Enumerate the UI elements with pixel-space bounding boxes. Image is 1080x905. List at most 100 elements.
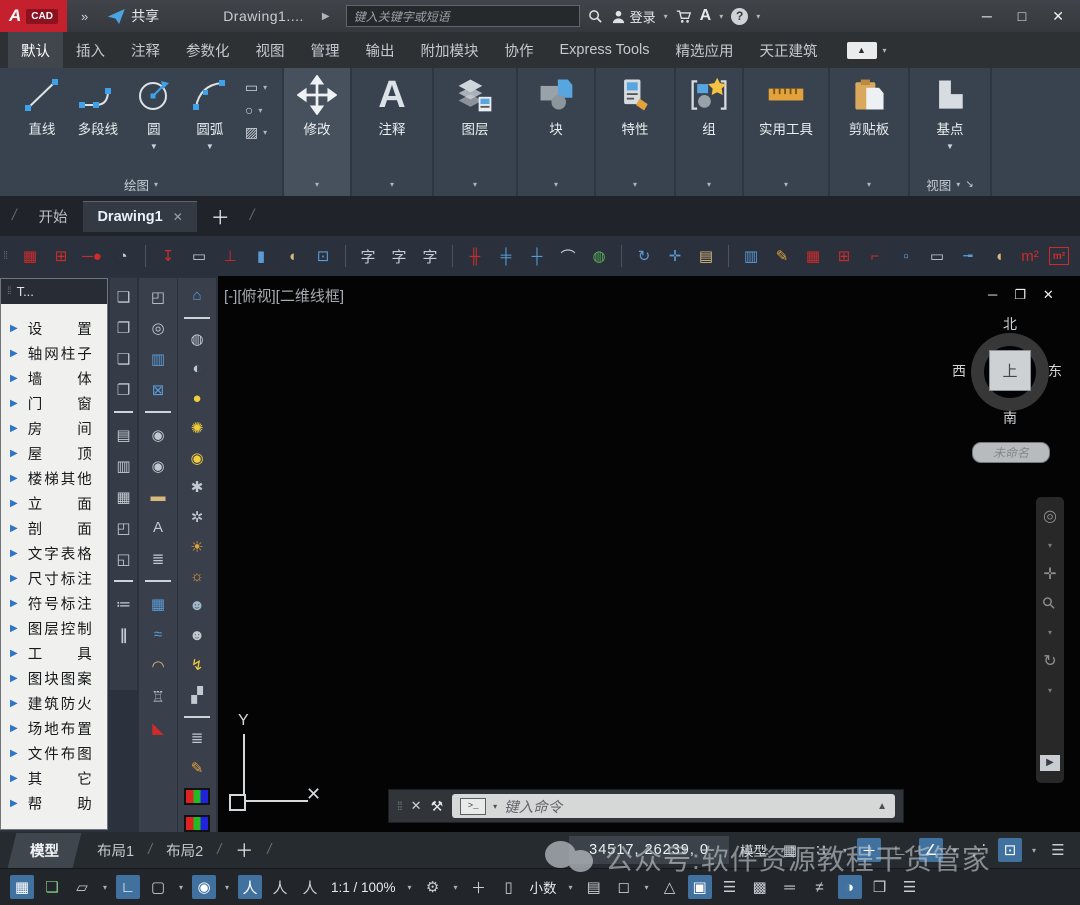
- menu-layer-control[interactable]: ▶ 图层控制: [1, 616, 107, 641]
- menu-help[interactable]: ▶ 帮助: [1, 791, 107, 816]
- units-ruler-icon[interactable]: ▯: [497, 875, 521, 899]
- separator[interactable]: [621, 245, 622, 267]
- separator[interactable]: [452, 245, 453, 267]
- command-close-icon[interactable]: ✕: [411, 798, 422, 814]
- axis-grid-icon[interactable]: ▦: [18, 243, 42, 269]
- properties-panel-caret-icon[interactable]: ▾: [633, 180, 637, 189]
- properties-panel[interactable]: 特性 ▾: [596, 68, 676, 196]
- hardware-accel-icon[interactable]: ▣: [687, 875, 712, 899]
- tower-icon[interactable]: ♖: [147, 686, 169, 707]
- modify-button[interactable]: 修改: [290, 75, 344, 138]
- pan-icon[interactable]: ✛: [1043, 567, 1056, 583]
- autodesk-caret-icon[interactable]: ▾: [719, 12, 723, 21]
- tab-insert[interactable]: 插入: [63, 32, 118, 68]
- annotate-panel[interactable]: A 注释 ▾: [352, 68, 434, 196]
- grid-pattern-icon[interactable]: ▦: [10, 875, 34, 899]
- sun-icon[interactable]: ☀: [186, 537, 208, 557]
- single-text-icon[interactable]: 字: [387, 243, 411, 269]
- viewcube-north-label[interactable]: 北: [1003, 314, 1017, 334]
- multi-text-icon[interactable]: 字: [418, 243, 442, 269]
- viewcube-west-label[interactable]: 西: [952, 361, 966, 381]
- block-button[interactable]: 块: [529, 75, 583, 138]
- fullscreen-icon[interactable]: ❒: [868, 875, 892, 899]
- command-expand-icon[interactable]: ▲: [877, 801, 887, 812]
- lightning-icon[interactable]: ↯: [186, 655, 208, 675]
- ortho-icon[interactable]: ∟: [888, 838, 912, 862]
- units-label[interactable]: 小数: [527, 875, 560, 899]
- line-button[interactable]: 直线: [15, 75, 69, 138]
- rectangle-button[interactable]: ▭ ▾: [245, 79, 267, 96]
- command-grip[interactable]: ⁞⁞: [397, 799, 403, 813]
- wire-text-icon[interactable]: A: [147, 517, 169, 538]
- start-tab[interactable]: 开始: [26, 206, 79, 227]
- line-to-wall-icon[interactable]: ╼: [956, 243, 980, 269]
- group-panel-caret-icon[interactable]: ▾: [707, 180, 711, 189]
- machine-icon[interactable]: ▞: [186, 685, 208, 705]
- arc-caret-icon[interactable]: ▼: [206, 142, 214, 151]
- selection-filter-icon[interactable]: ═: [778, 875, 802, 899]
- lines-icon[interactable]: ☰: [1046, 838, 1070, 862]
- column-table-icon[interactable]: ▥: [147, 348, 169, 369]
- osnap-tracking-icon[interactable]: ⋰: [967, 838, 991, 862]
- sign-in-button[interactable]: 登录: [611, 7, 656, 26]
- arc-window-icon[interactable]: ◖: [987, 243, 1011, 269]
- wall-2-icon[interactable]: ▭: [925, 243, 949, 269]
- quick-access-expand-icon[interactable]: »: [81, 9, 88, 24]
- grid-display-icon[interactable]: ▦: [778, 838, 802, 862]
- basepoint-button[interactable]: 基点 ▼: [923, 75, 977, 151]
- doc-preview-icon[interactable]: ◎: [147, 317, 169, 338]
- block-left-icon[interactable]: ◰: [113, 517, 135, 538]
- viewcube-east-label[interactable]: 东: [1048, 361, 1062, 381]
- tilt-lines-icon[interactable]: ≠: [808, 875, 832, 899]
- clipboard-panel-caret-icon[interactable]: ▾: [867, 180, 871, 189]
- tab-addins[interactable]: 附加模块: [408, 32, 492, 68]
- group-panel[interactable]: 组 ▾: [676, 68, 744, 196]
- standard-column-icon[interactable]: ⊞: [49, 243, 73, 269]
- bar-top-icon[interactable]: ▤: [113, 424, 135, 445]
- model-space-button[interactable]: 模型: [736, 840, 771, 860]
- window-icon[interactable]: ⊡: [311, 243, 335, 269]
- divider[interactable]: [114, 411, 133, 413]
- view-panel-footer[interactable]: 视图 ▾ ↘: [910, 173, 990, 196]
- arc-door-icon[interactable]: ◖: [280, 243, 304, 269]
- basepoint-caret-icon[interactable]: ▼: [946, 142, 954, 151]
- lineweight-icon[interactable]: ☰: [718, 875, 742, 899]
- tab-view[interactable]: 视图: [243, 32, 298, 68]
- view-panel[interactable]: 基点 ▼ 视图 ▾ ↘: [910, 68, 992, 196]
- tab-express-tools[interactable]: Express Tools: [547, 32, 663, 68]
- circle-caret-icon[interactable]: ▼: [150, 142, 158, 151]
- vehicle-icon[interactable]: ◣: [147, 717, 169, 738]
- arch-icon[interactable]: ◠: [147, 655, 169, 676]
- viewport-minimize-icon[interactable]: ─: [988, 287, 997, 303]
- search-input[interactable]: 键入关键字或短语: [345, 5, 580, 27]
- menu-symbol-annotation[interactable]: ▶ 符号标注: [1, 591, 107, 616]
- orbit-icon[interactable]: ↻: [1043, 654, 1056, 670]
- clipboard-panel[interactable]: 剪贴板 ▾: [830, 68, 910, 196]
- wrench-icon[interactable]: ⚒: [431, 798, 444, 815]
- menu-site-layout[interactable]: ▶ 场地布置: [1, 716, 107, 741]
- block-panel-caret-icon[interactable]: ▾: [554, 180, 558, 189]
- column-2-icon[interactable]: ⊞: [832, 243, 856, 269]
- model-tab[interactable]: 模型: [7, 832, 82, 868]
- drawing1-tab[interactable]: Drawing1 ✕: [83, 200, 197, 232]
- tab-collaborate[interactable]: 协作: [492, 32, 547, 68]
- clipboard-button[interactable]: 剪贴板: [836, 75, 902, 138]
- separator[interactable]: [145, 245, 146, 267]
- tab-parametric[interactable]: 参数化: [173, 32, 243, 68]
- scale-caret[interactable]: ▾: [405, 875, 415, 899]
- group-button[interactable]: 组: [682, 75, 736, 138]
- column-edit-icon[interactable]: ▥: [739, 243, 763, 269]
- bulb-burst-icon[interactable]: ✺: [186, 418, 208, 438]
- store-button[interactable]: [676, 9, 692, 24]
- snap-caret[interactable]: ▾: [840, 838, 850, 862]
- modify-panel[interactable]: 修改 ▾: [284, 68, 352, 196]
- bulb-on-icon[interactable]: ●: [186, 389, 208, 409]
- add-status-icon[interactable]: ＋: [467, 875, 491, 899]
- ucs-toggle-icon[interactable]: ∟: [116, 875, 140, 899]
- menu-roof[interactable]: ▶ 屋顶: [1, 441, 107, 466]
- zoom-icon[interactable]: ⚲: [1039, 593, 1059, 613]
- menu-other[interactable]: ▶ 其它: [1, 766, 107, 791]
- clean-screen-icon[interactable]: ◑: [837, 875, 862, 899]
- dim-update-icon[interactable]: ◍: [587, 243, 611, 269]
- annotation-scale-icon[interactable]: 人: [298, 875, 322, 899]
